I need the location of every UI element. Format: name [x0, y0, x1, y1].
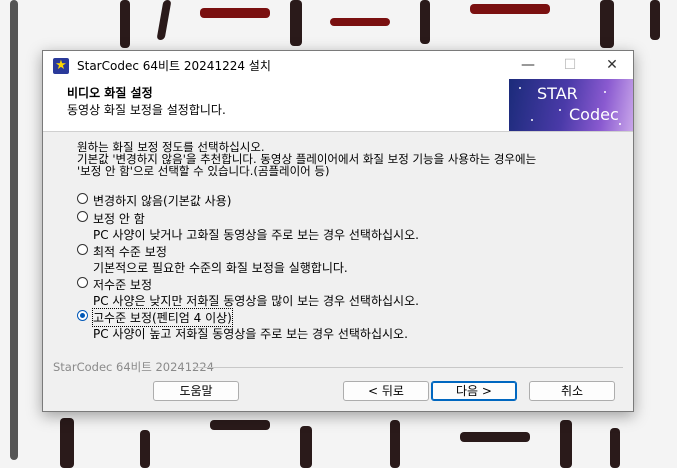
next-button[interactable]: 다음 >	[431, 381, 517, 401]
option-label[interactable]: 변경하지 않음(기본값 사용)	[93, 192, 231, 209]
window-title: StarCodec 64비트 20241224 설치	[77, 59, 271, 73]
wizard-header: 비디오 화질 설정 동영상 화질 보정을 설정합니다. STAR Codec	[43, 79, 633, 132]
brand-label: StarCodec 64비트 20241224	[53, 360, 214, 374]
option-label[interactable]: 보정 안 함	[93, 210, 145, 227]
close-button[interactable]: ✕	[591, 51, 633, 79]
maximize-button[interactable]: ☐	[549, 51, 591, 79]
help-button[interactable]: 도움말	[153, 381, 239, 401]
radio-high-level[interactable]	[77, 310, 88, 321]
option-description: PC 사양이 낮거나 고화질 동영상을 주로 보는 경우 선택하십시오.	[93, 228, 419, 242]
option-label[interactable]: 저수준 보정	[93, 276, 152, 293]
radio-optimal[interactable]	[77, 244, 88, 255]
radio-no-correction[interactable]	[77, 211, 88, 222]
option-description: 기본적으로 필요한 수준의 화질 보정을 실행합니다.	[93, 261, 348, 275]
back-button[interactable]: < 뒤로	[343, 381, 429, 401]
logo-text-star: STAR	[537, 84, 578, 103]
title-bar: ★ StarCodec 64비트 20241224 설치 — ☐ ✕	[43, 51, 633, 79]
description-line: '보정 안 함'으로 선택할 수 있습니다.(곰플레이어 등)	[77, 164, 330, 178]
radio-low-level[interactable]	[77, 277, 88, 288]
option-label[interactable]: 고수준 보정(펜티엄 4 이상)	[92, 308, 233, 327]
page-subtitle: 동영상 화질 보정을 설정합니다.	[67, 103, 226, 117]
option-label[interactable]: 최적 수준 보정	[93, 243, 167, 260]
footer-divider	[193, 367, 623, 368]
description: 원하는 화질 보정 정도를 선택하십시오. 기본값 '변경하지 않음'을 추천합…	[77, 141, 613, 177]
option-description: PC 사양이 높고 저화질 동영상을 주로 보는 경우 선택하십시오.	[93, 327, 408, 341]
cancel-button[interactable]: 취소	[529, 381, 615, 401]
logo-text-codec: Codec	[569, 105, 619, 124]
minimize-button[interactable]: —	[507, 51, 549, 79]
starcodec-app-icon: ★	[53, 58, 69, 74]
radio-no-change[interactable]	[77, 193, 88, 204]
option-description: PC 사양은 낮지만 저화질 동영상을 많이 보는 경우 선택하십시오.	[93, 294, 419, 308]
starcodec-logo: STAR Codec	[509, 79, 633, 131]
installer-window: ★ StarCodec 64비트 20241224 설치 — ☐ ✕ 비디오 화…	[42, 50, 634, 412]
page-title: 비디오 화질 설정	[67, 86, 153, 100]
